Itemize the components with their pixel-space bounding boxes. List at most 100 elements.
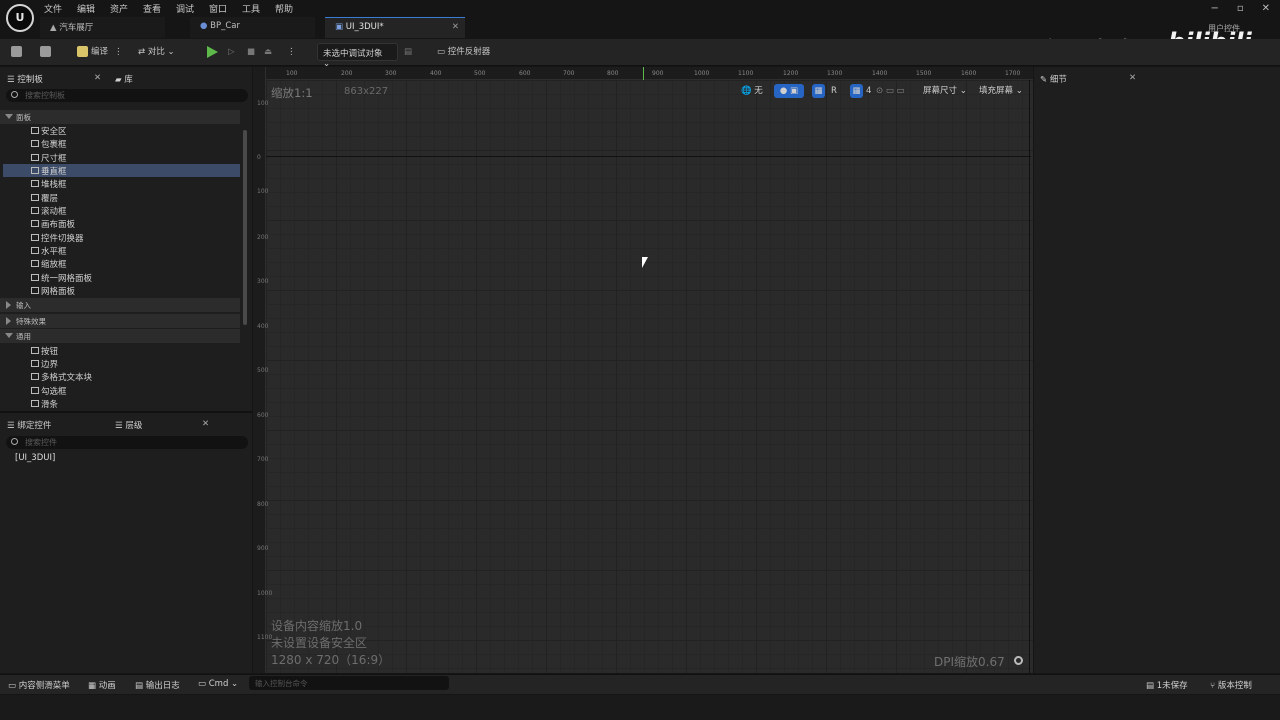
level-icon: ▲ bbox=[50, 23, 60, 33]
tab-palette[interactable]: ☰ 控制板 ✕ bbox=[7, 69, 104, 87]
palette-item[interactable]: 安全区 bbox=[3, 124, 240, 137]
palette-item[interactable]: 包裹框 bbox=[3, 137, 240, 150]
maximize-icon[interactable]: ▫ bbox=[1237, 3, 1244, 14]
tab-details[interactable]: ✎ 细节 ✕ bbox=[1040, 69, 1138, 87]
palette-item[interactable]: 尺寸框 bbox=[3, 151, 240, 164]
palette-item-label: 滚动框 bbox=[41, 207, 67, 217]
category-common[interactable]: 通用 bbox=[0, 329, 240, 343]
content-drawer-button[interactable]: ▭ 内容侧滑菜单 bbox=[8, 679, 70, 691]
unreal-logo-icon[interactable]: U bbox=[6, 4, 34, 32]
save-button[interactable] bbox=[11, 45, 25, 60]
menu-help[interactable]: 帮助 bbox=[275, 2, 308, 15]
border-icon bbox=[31, 360, 39, 367]
canvas-grid[interactable] bbox=[266, 80, 1033, 673]
mouse-cursor-icon bbox=[642, 257, 648, 268]
close-icon[interactable]: ✕ bbox=[1262, 3, 1270, 14]
ruler-tick: 800 bbox=[607, 70, 619, 77]
play-icon[interactable] bbox=[207, 46, 218, 58]
world-space-button[interactable]: 🌐 无 bbox=[741, 84, 763, 98]
grid-snap-toggle[interactable]: ▦ bbox=[850, 84, 863, 98]
ruler-tick: 200 bbox=[257, 234, 269, 241]
grid-snap-value[interactable]: 4 bbox=[866, 84, 871, 98]
unsaved-button[interactable]: ▤ 1未保存 bbox=[1146, 679, 1188, 691]
lock-toggle[interactable]: ● ▣ bbox=[774, 84, 804, 98]
menu-view[interactable]: 查看 bbox=[143, 2, 176, 15]
log-icon: ▤ bbox=[135, 681, 146, 691]
eject-button[interactable]: ⏏ bbox=[264, 45, 272, 60]
ruler-tick: 1400 bbox=[872, 70, 888, 77]
console-command-input[interactable]: 输入控制台命令 bbox=[249, 676, 449, 690]
ruler-tick: 300 bbox=[385, 70, 397, 77]
palette-item-label: 勾选框 bbox=[41, 387, 67, 397]
compile-button[interactable]: 编译 ⋮ bbox=[77, 45, 123, 60]
play-options-button[interactable]: ⋮ bbox=[287, 45, 296, 60]
hierarchy-root[interactable]: [UI_3DUI] bbox=[15, 453, 55, 463]
palette-item-selected[interactable]: 垂直框 bbox=[3, 164, 240, 177]
palette-item[interactable]: 画布面板 bbox=[3, 217, 240, 230]
output-log-button[interactable]: ▤ 输出日志 bbox=[135, 679, 180, 691]
vertical-box-icon bbox=[31, 167, 39, 174]
tab-ui-3dui[interactable]: ▣ UI_3DUI* ✕ bbox=[325, 17, 465, 38]
palette-scrollbar[interactable] bbox=[243, 130, 247, 325]
menu-edit[interactable]: 编辑 bbox=[77, 2, 110, 15]
close-panel-icon[interactable]: ✕ bbox=[94, 73, 101, 83]
tab-label: BP_Car bbox=[210, 21, 240, 31]
category-panel[interactable]: 面板 bbox=[0, 110, 240, 124]
close-panel-icon[interactable]: ✕ bbox=[202, 419, 209, 429]
fill-screen-dropdown[interactable]: 填充屏幕 ⌄ bbox=[979, 84, 1023, 98]
palette-item[interactable]: 勾选框 bbox=[3, 384, 240, 397]
respect-locks-toggle[interactable]: ▦ bbox=[812, 84, 825, 98]
menu-debug[interactable]: 调试 bbox=[176, 2, 209, 15]
cmd-dropdown[interactable]: ▭ Cmd ⌄ bbox=[198, 679, 238, 689]
palette-item[interactable]: 控件切换器 bbox=[3, 231, 240, 244]
close-panel-icon[interactable]: ✕ bbox=[1129, 73, 1136, 83]
palette-item-label: 覆层 bbox=[41, 194, 59, 204]
palette-item[interactable]: 边界 bbox=[3, 357, 240, 370]
palette-search-input[interactable]: 搜索控制板 bbox=[6, 89, 248, 102]
close-tab-icon[interactable]: ✕ bbox=[452, 22, 459, 32]
palette-item[interactable]: 覆层 bbox=[3, 191, 240, 204]
palette-item-label: 按钮 bbox=[41, 347, 59, 357]
r-toggle[interactable]: R bbox=[831, 84, 837, 98]
save-icon bbox=[11, 46, 22, 57]
diff-button[interactable]: ⇄ 对比 ⌄ bbox=[138, 45, 175, 60]
palette-item[interactable]: 多格式文本块 bbox=[3, 370, 240, 383]
minimize-icon[interactable]: − bbox=[1210, 3, 1218, 14]
palette-item[interactable]: 滚动框 bbox=[3, 204, 240, 217]
widget-reflector-button[interactable]: ▭ 控件反射器 bbox=[437, 45, 490, 60]
category-input[interactable]: 输入 bbox=[0, 298, 240, 312]
tab-library[interactable]: ▰ 库 bbox=[115, 69, 133, 87]
category-effects[interactable]: 特殊效果 bbox=[0, 314, 240, 328]
debug-toggle-button[interactable]: ▤ bbox=[404, 45, 412, 60]
menu-window[interactable]: 窗口 bbox=[209, 2, 242, 15]
source-control-button[interactable]: ⑂ 版本控制 bbox=[1210, 679, 1252, 691]
palette-item[interactable]: 按钮 bbox=[3, 344, 240, 357]
palette-item[interactable]: 滑条 bbox=[3, 397, 240, 410]
tab-bp-car[interactable]: ● BP_Car bbox=[190, 17, 315, 38]
stop-button[interactable]: ■ bbox=[247, 45, 255, 60]
menu-asset[interactable]: 资产 bbox=[110, 2, 143, 15]
designer-canvas[interactable]: 100 200 300 400 500 600 700 800 900 1000… bbox=[253, 67, 1033, 673]
animation-button[interactable]: ▦ 动画 bbox=[88, 679, 116, 691]
palette-item[interactable]: 堆栈框 bbox=[3, 177, 240, 190]
menu-tools[interactable]: 工具 bbox=[242, 2, 275, 15]
palette-item[interactable]: 水平框 bbox=[3, 244, 240, 257]
palette-item[interactable]: 网格面板 bbox=[3, 284, 240, 297]
screen-size-label: 屏幕尺寸 bbox=[923, 86, 958, 96]
ruler-tick: 800 bbox=[257, 501, 269, 508]
browse-button[interactable] bbox=[40, 45, 54, 60]
tab-showroom[interactable]: ▲ 汽车展厅 bbox=[40, 17, 165, 38]
simulate-button[interactable]: ▷ bbox=[228, 45, 235, 60]
screen-size-dropdown[interactable]: 屏幕尺寸 ⌄ bbox=[923, 84, 967, 98]
ruler-marker bbox=[643, 67, 644, 80]
menu-file[interactable]: 文件 bbox=[44, 2, 77, 15]
canvas-guide-v bbox=[1029, 80, 1030, 673]
tab-bind-widgets[interactable]: ☰ 绑定控件 bbox=[7, 415, 104, 433]
debug-object-dropdown[interactable]: 未选中调试对象 ⌄ bbox=[317, 43, 398, 69]
tab-hierarchy[interactable]: ☰ 层级 ✕ bbox=[115, 415, 212, 433]
hierarchy-search-input[interactable]: 搜索控件 bbox=[6, 436, 248, 449]
palette-item[interactable]: 缩放框 bbox=[3, 257, 240, 270]
preview-toggle[interactable]: ⊙ ▭ ▭ bbox=[876, 84, 905, 98]
palette-item[interactable]: 统一网格面板 bbox=[3, 271, 240, 284]
gear-icon[interactable] bbox=[1014, 656, 1023, 665]
